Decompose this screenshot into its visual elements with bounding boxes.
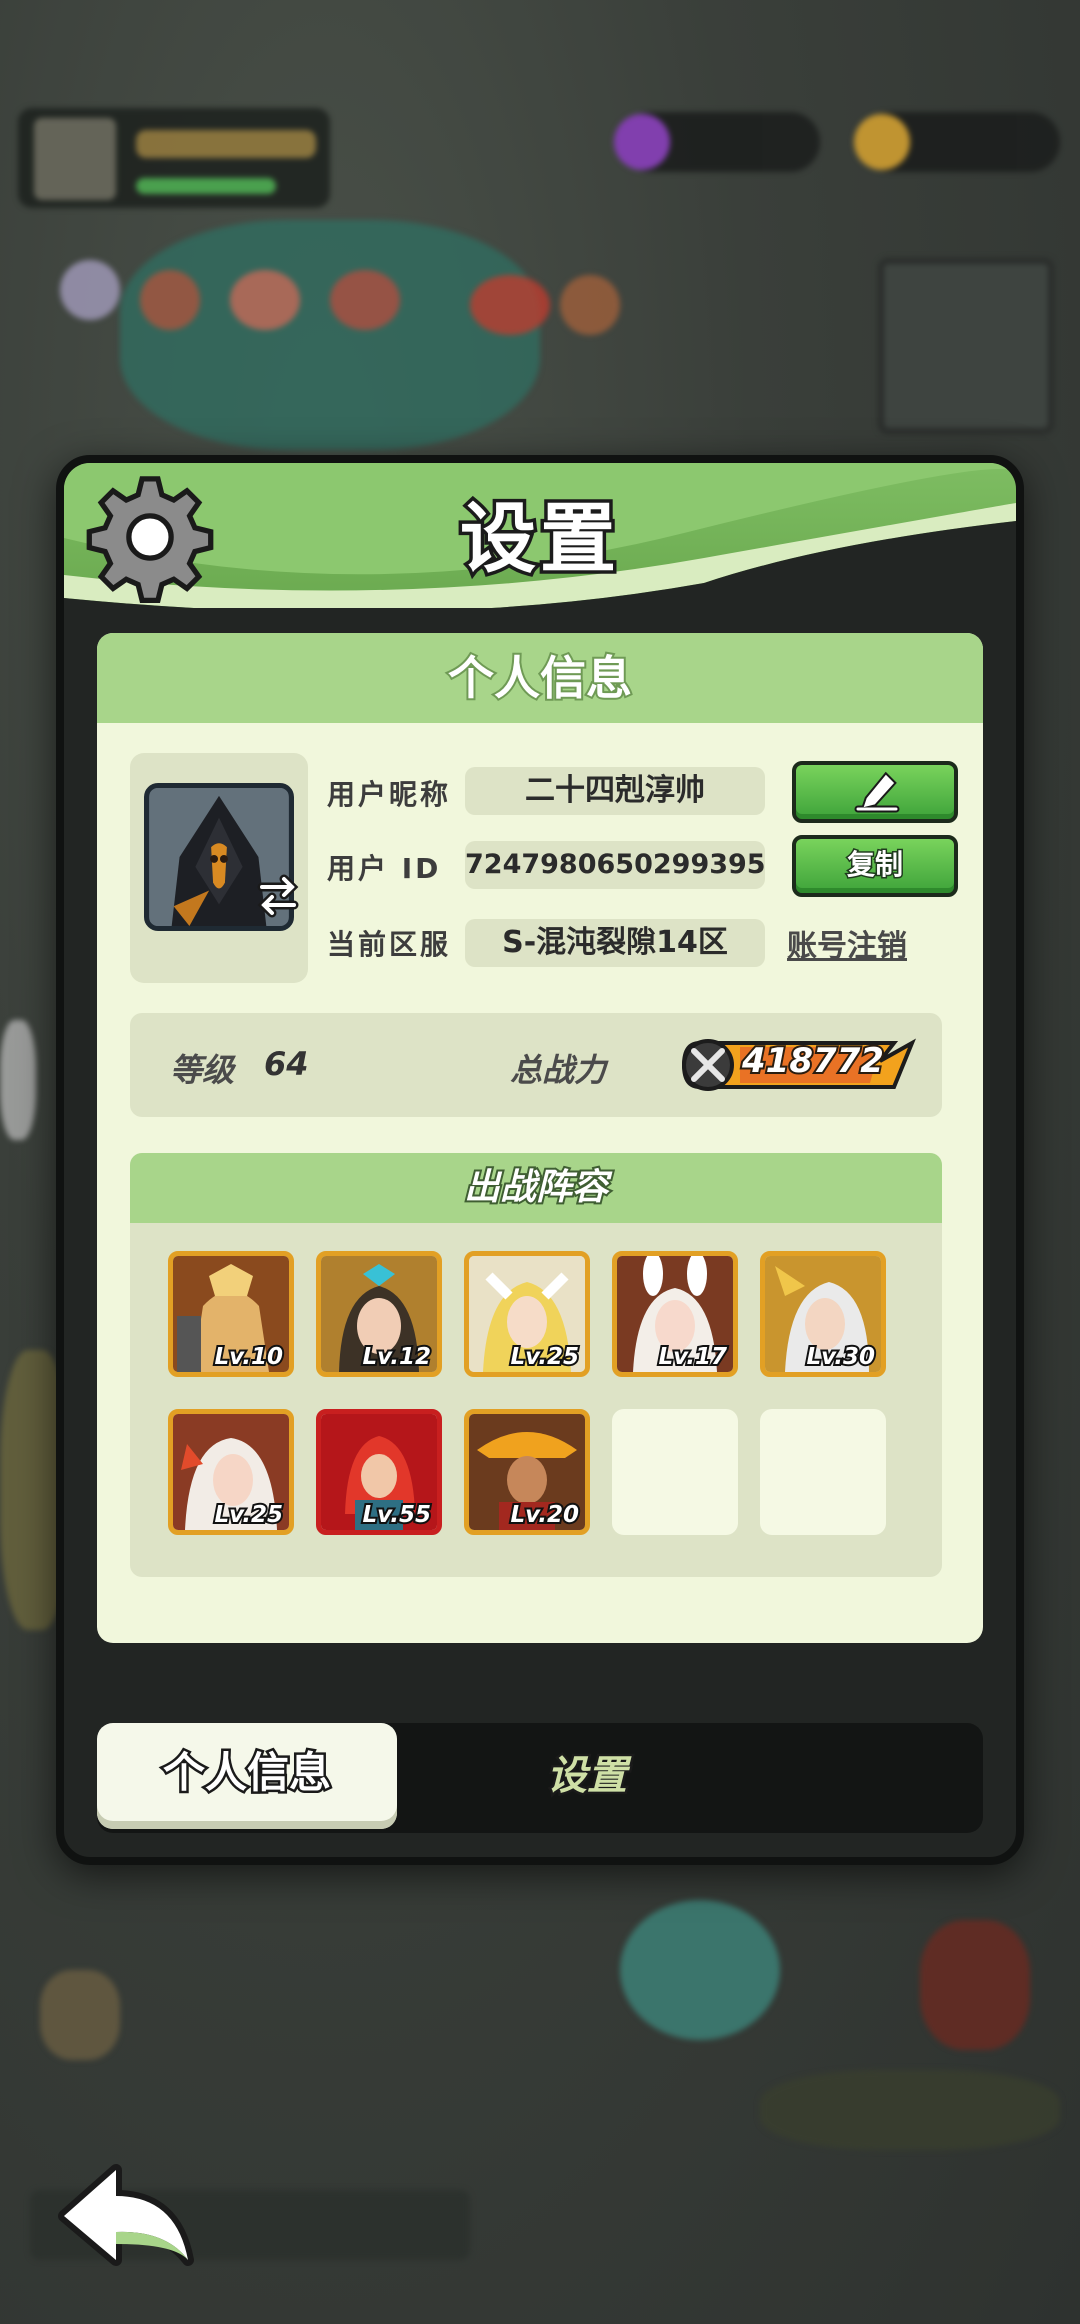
- back-arrow-icon[interactable]: [56, 2160, 196, 2270]
- hero-slot[interactable]: Lv.10: [168, 1251, 294, 1377]
- pencil-icon: [854, 771, 900, 813]
- hero-level: Lv.17: [656, 1342, 729, 1372]
- hero-slot[interactable]: Lv.20: [464, 1409, 590, 1535]
- hero-slot[interactable]: Lv.17: [612, 1251, 738, 1377]
- panel-title: 设置: [457, 491, 620, 587]
- hero-level: Lv.25: [212, 1500, 285, 1530]
- hero-slot[interactable]: Lv.55: [316, 1409, 442, 1535]
- tab-bar: 个人信息 设置: [97, 1723, 983, 1833]
- hero-slot[interactable]: Lv.25: [168, 1409, 294, 1535]
- swap-arrows-icon[interactable]: [254, 871, 302, 919]
- cancel-account-link[interactable]: 账号注销: [787, 921, 907, 965]
- server-label: 当前区服: [327, 928, 452, 961]
- panel-header: 设置: [64, 463, 1016, 608]
- hero-level: Lv.20: [508, 1500, 581, 1530]
- settings-panel: 设置 个人信息 用户昵称 二十四剋淳帅 用户 ID 72479806502993…: [56, 455, 1024, 1865]
- battle-lineup: 出战阵容 Lv.10 Lv.12 Lv.25 Lv.17 Lv.30 Lv.25…: [130, 1153, 942, 1577]
- hero-level: Lv.25: [508, 1342, 581, 1372]
- copy-id-button[interactable]: 复制: [792, 835, 958, 897]
- section-title: 个人信息: [97, 633, 983, 723]
- tab-settings[interactable]: 设置: [457, 1723, 717, 1829]
- hero-level: Lv.55: [360, 1500, 433, 1530]
- empty-hero-slot[interactable]: [612, 1409, 738, 1535]
- user-id-label: 用户 ID: [327, 852, 442, 885]
- stats-bar: 等级 64 总战力 418772: [130, 1013, 942, 1117]
- nickname-label: 用户昵称: [327, 778, 452, 811]
- hero-level: Lv.30: [804, 1342, 877, 1372]
- avatar-container[interactable]: [130, 753, 308, 983]
- hero-slot[interactable]: Lv.12: [316, 1251, 442, 1377]
- user-id-value: 7247980650299395O: [465, 841, 765, 889]
- hero-slot[interactable]: Lv.25: [464, 1251, 590, 1377]
- power-value: 418772: [740, 1039, 886, 1083]
- hero-slot[interactable]: Lv.30: [760, 1251, 886, 1377]
- level-label: 等级: [170, 1051, 235, 1089]
- hero-level: Lv.10: [212, 1342, 285, 1372]
- level-value: 64: [264, 1045, 309, 1083]
- profile-card: 个人信息 用户昵称 二十四剋淳帅 用户 ID 7247980650299395O…: [97, 633, 983, 1643]
- edit-nickname-button[interactable]: [792, 761, 958, 823]
- hero-level: Lv.12: [360, 1342, 433, 1372]
- server-value: S-混沌裂隙14区: [465, 919, 765, 967]
- nickname-value: 二十四剋淳帅: [465, 767, 765, 815]
- power-label: 总战力: [510, 1051, 607, 1089]
- lineup-title: 出战阵容: [130, 1153, 942, 1223]
- tab-profile[interactable]: 个人信息: [97, 1723, 397, 1829]
- empty-hero-slot[interactable]: [760, 1409, 886, 1535]
